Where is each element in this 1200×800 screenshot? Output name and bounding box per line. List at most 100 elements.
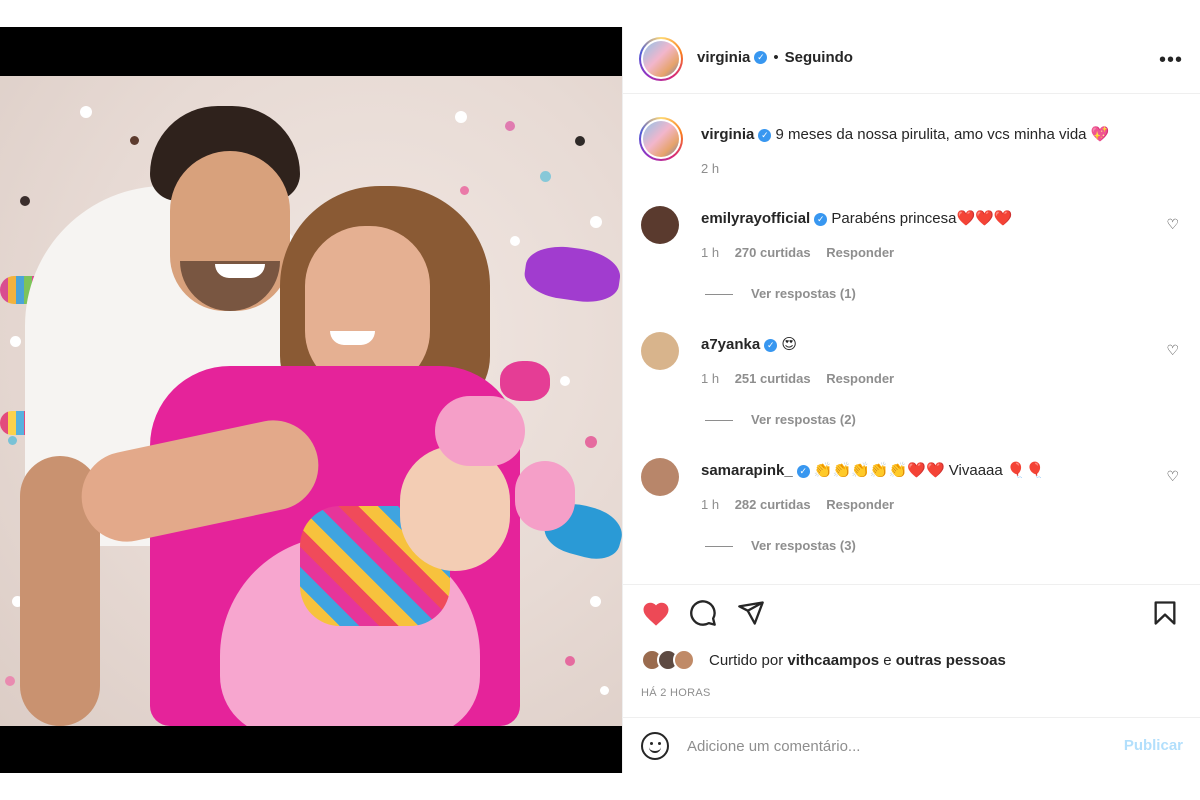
emoji-mouth <box>649 746 661 753</box>
likes-summary[interactable]: Curtido por vithcaampos e outras pessoas <box>641 649 1181 673</box>
avatar-image <box>643 121 679 157</box>
reply-button[interactable]: Responder <box>826 497 894 512</box>
comment-like-heart-icon[interactable]: ♡ <box>1166 468 1179 485</box>
comment-input[interactable] <box>687 733 1107 759</box>
confetti-dot <box>80 106 92 118</box>
author-avatar[interactable] <box>639 37 683 81</box>
verified-badge-icon: ✓ <box>758 128 772 142</box>
comment-likes[interactable]: 282 curtidas <box>735 497 811 512</box>
confetti-dot <box>590 596 601 607</box>
purple-mask <box>521 241 622 307</box>
reply-button[interactable]: Responder <box>826 371 894 386</box>
heart-icon[interactable] <box>641 599 671 629</box>
author-username[interactable]: virginia <box>697 49 750 66</box>
confetti-dot <box>575 136 585 146</box>
view-replies-label: Ver respostas (3) <box>751 538 856 553</box>
comment-username[interactable]: a7yanka <box>701 336 760 353</box>
comment-time[interactable]: 1 h <box>701 371 719 386</box>
commenter-avatar[interactable] <box>641 332 679 370</box>
action-bar <box>641 599 1181 633</box>
following-button[interactable]: Seguindo <box>785 49 853 66</box>
caption-avatar[interactable] <box>639 117 683 161</box>
comment-time[interactable]: 1 h <box>701 245 719 260</box>
comment-likes[interactable]: 251 curtidas <box>735 371 811 386</box>
view-replies-label: Ver respostas (1) <box>751 286 856 301</box>
caption-meta: 2 h <box>701 161 731 176</box>
view-replies-button[interactable]: Ver respostas (1) <box>705 286 856 301</box>
comments-section: virginia ✓ 9 meses da nossa pirulita, amo… <box>623 95 1200 583</box>
view-replies-button[interactable]: Ver respostas (3) <box>705 538 856 553</box>
commenter-avatar[interactable] <box>641 206 679 244</box>
verified-badge-icon: ✓ <box>796 464 810 478</box>
comment-item: emilyrayofficial ✓ Parabéns princesa❤️❤️❤… <box>641 206 1181 306</box>
emoji-eye <box>658 742 661 745</box>
confetti-dot <box>20 196 30 206</box>
man-smile <box>215 264 265 278</box>
section-divider <box>623 584 1200 585</box>
replies-line <box>705 294 733 296</box>
confetti-dot <box>460 186 469 195</box>
comment-like-heart-icon[interactable]: ♡ <box>1166 216 1179 233</box>
caption: virginia ✓ 9 meses da nossa pirulita, amo… <box>639 117 1181 187</box>
comment-meta: 1 h 251 curtidas Responder <box>701 371 906 386</box>
confetti-dot <box>600 686 609 695</box>
comment-text-line: samarapink_ ✓ 👏👏👏👏👏❤️❤️ Vivaaaa 🎈🎈 <box>701 461 1044 479</box>
confetti-dot <box>130 136 139 145</box>
comment-username[interactable]: samarapink_ <box>701 462 793 479</box>
confetti-dot <box>585 436 597 448</box>
author-line: virginia ✓ • Seguindo <box>697 49 853 67</box>
comment-body: Parabéns princesa❤️❤️❤️ <box>831 210 1013 227</box>
confetti-dot <box>8 436 17 445</box>
more-options-icon[interactable]: ••• <box>1159 49 1183 72</box>
baby-headband-bow <box>515 461 575 531</box>
likes-text: Curtido por vithcaampos e outras pessoas <box>709 652 1006 669</box>
post-timestamp[interactable]: HÁ 2 HORAS <box>641 687 711 699</box>
caption-time[interactable]: 2 h <box>701 161 719 176</box>
confetti-dot <box>455 111 467 123</box>
bookmark-icon[interactable] <box>1151 599 1179 627</box>
comment-username[interactable]: emilyrayofficial <box>701 210 810 227</box>
post-photo[interactable] <box>0 76 622 726</box>
comment-item: samarapink_ ✓ 👏👏👏👏👏❤️❤️ Vivaaaa 🎈🎈 ♡ 1 h … <box>641 458 1181 558</box>
share-icon[interactable] <box>737 599 765 627</box>
liked-by-connector: e <box>883 652 892 669</box>
comment-time[interactable]: 1 h <box>701 497 719 512</box>
confetti-dot <box>540 171 551 182</box>
confetti-dot <box>505 121 515 131</box>
replies-line <box>705 420 733 422</box>
comment-icon[interactable] <box>689 599 717 627</box>
woman-smile <box>330 331 375 345</box>
commenter-avatar[interactable] <box>641 458 679 496</box>
comment-body: 😍 <box>781 336 798 353</box>
baby-headband <box>435 396 525 466</box>
confetti-dot <box>5 676 15 686</box>
view-replies-label: Ver respostas (2) <box>751 412 856 427</box>
confetti-dot <box>510 236 520 246</box>
add-comment-bar: Publicar <box>623 718 1200 773</box>
post-media[interactable] <box>0 27 622 773</box>
liked-by-user[interactable]: vithcaampos <box>787 652 879 669</box>
publish-button[interactable]: Publicar <box>1124 737 1183 754</box>
verified-badge-icon: ✓ <box>814 212 828 226</box>
verified-badge-icon: ✓ <box>764 338 778 352</box>
liked-by-others[interactable]: outras pessoas <box>896 652 1006 669</box>
caption-text-line: virginia ✓ 9 meses da nossa pirulita, amo… <box>701 125 1109 143</box>
caption-username[interactable]: virginia <box>701 126 754 143</box>
comment-likes[interactable]: 270 curtidas <box>735 245 811 260</box>
post-panel: virginia ✓ • Seguindo ••• virginia ✓ 9 meses… <box>622 27 1200 773</box>
confetti-dot <box>10 336 21 347</box>
view-replies-button[interactable]: Ver respostas (2) <box>705 412 856 427</box>
comment-body: 👏👏👏👏👏❤️❤️ Vivaaaa 🎈🎈 <box>813 462 1045 479</box>
confetti-dot <box>565 656 575 666</box>
comment-text-line: a7yanka ✓ 😍 <box>701 335 797 353</box>
confetti-dot <box>560 376 570 386</box>
avatar-image <box>643 41 679 77</box>
confetti-dot <box>590 216 602 228</box>
reply-button[interactable]: Responder <box>826 245 894 260</box>
separator-dot: • <box>773 49 779 66</box>
emoji-icon[interactable] <box>641 732 669 760</box>
comment-like-heart-icon[interactable]: ♡ <box>1166 342 1179 359</box>
replies-line <box>705 546 733 548</box>
comment-meta: 1 h 282 curtidas Responder <box>701 497 906 512</box>
caption-body: 9 meses da nossa pirulita, amo vcs minha… <box>775 126 1110 143</box>
